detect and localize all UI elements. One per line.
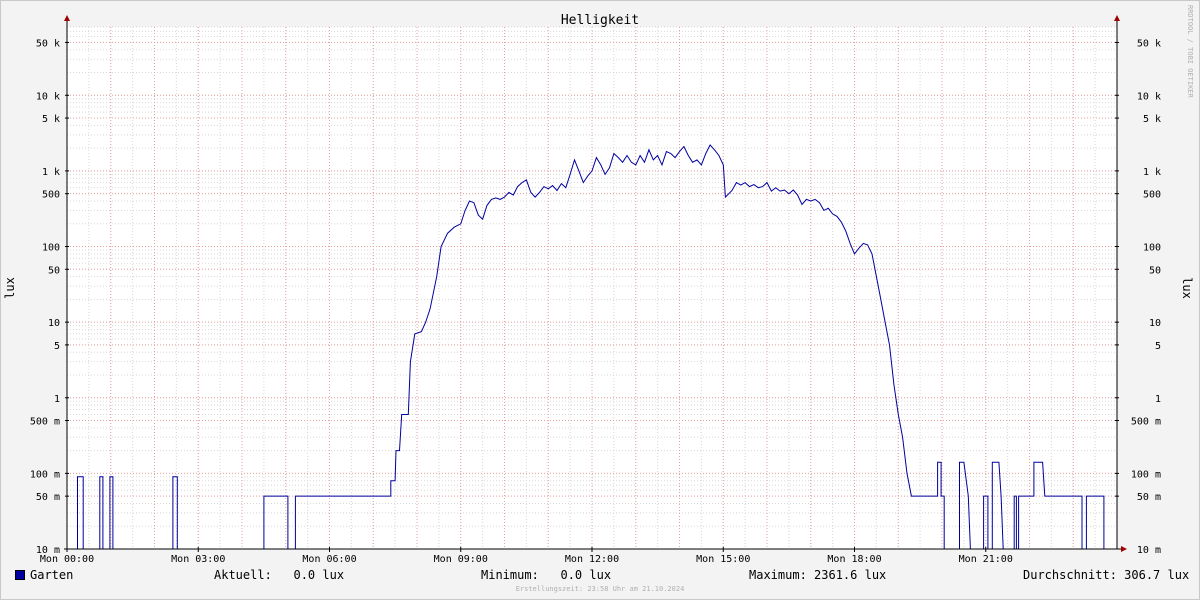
y-tick-label-left: 500 m: [30, 417, 60, 428]
x-axis-arrow: [1121, 546, 1127, 552]
chart-title: Helligkeit: [561, 13, 639, 28]
y-tick-label-right: 100 m: [1131, 469, 1161, 480]
y-tick-label-left: 10 k: [36, 91, 60, 102]
x-tick-label: Mon 06:00: [302, 554, 356, 565]
y-tick-label-left: 10: [48, 318, 60, 329]
x-tick-label: Mon 00:00: [40, 554, 94, 565]
y-tick-label-right: 10: [1149, 318, 1161, 329]
y-tick-label-right: 50: [1149, 265, 1161, 276]
y-tick-label-right: 10 k: [1137, 91, 1161, 102]
y-axis-right-arrow: [1114, 15, 1120, 21]
rrdtool-watermark: RRDTOOL / TOBI OETIKER: [1186, 5, 1194, 99]
y-tick-label-left: 5: [54, 341, 60, 352]
y-tick-label-left: 100 m: [30, 469, 60, 480]
y-tick-label-left: 1 k: [42, 167, 60, 178]
y-tick-label-right: 50 k: [1137, 38, 1161, 49]
y-axis-title-left: lux: [3, 277, 17, 299]
y-tick-label-right: 5 k: [1143, 114, 1161, 125]
y-tick-label-left: 5 k: [42, 114, 60, 125]
x-tick-label: Mon 09:00: [434, 554, 488, 565]
legend-current: Aktuell: 0.0 lux: [214, 568, 345, 582]
y-tick-label-right: 1: [1155, 394, 1161, 405]
x-tick-label: Mon 03:00: [171, 554, 225, 565]
y-tick-label-right: 5: [1155, 341, 1161, 352]
y-axis-title-right: lux: [1180, 277, 1194, 299]
legend-maximum: Maximum: 2361.6 lux: [749, 568, 887, 582]
y-tick-label-left: 500: [42, 190, 60, 201]
x-tick-label: Mon 21:00: [959, 554, 1013, 565]
x-tick-label: Mon 12:00: [565, 554, 619, 565]
y-tick-label-right: 50 m: [1137, 492, 1161, 503]
y-tick-label-right: 500: [1143, 190, 1161, 201]
y-axis-left-arrow: [64, 15, 70, 21]
y-tick-label-left: 50 k: [36, 38, 60, 49]
x-tick-label: Mon 15:00: [696, 554, 750, 565]
y-tick-label-left: 50 m: [36, 492, 60, 503]
y-tick-label-right: 500 m: [1131, 417, 1161, 428]
legend-average: Durchschnitt: 306.7 lux: [1023, 568, 1190, 582]
y-tick-label-right: 1 k: [1143, 167, 1161, 178]
y-tick-label-right: 100: [1143, 243, 1161, 254]
y-tick-label-left: 50: [48, 265, 60, 276]
y-tick-label-right: 10 m: [1137, 545, 1161, 556]
legend-color-swatch: [15, 570, 25, 580]
x-tick-label: Mon 18:00: [827, 554, 881, 565]
creation-timestamp: Erstellungszeit: 23:58 Uhr am 21.10.2024: [515, 585, 685, 593]
lux-chart: 10 m 10 m50 m 50 m100 m 100 m500 m 500 m1 15 5…: [3, 5, 1194, 565]
y-tick-label-left: 100: [42, 243, 60, 254]
legend-series-name: Garten: [30, 568, 74, 582]
legend-minimum: Minimum: 0.0 lux: [481, 568, 612, 582]
y-tick-label-left: 1: [54, 394, 60, 405]
